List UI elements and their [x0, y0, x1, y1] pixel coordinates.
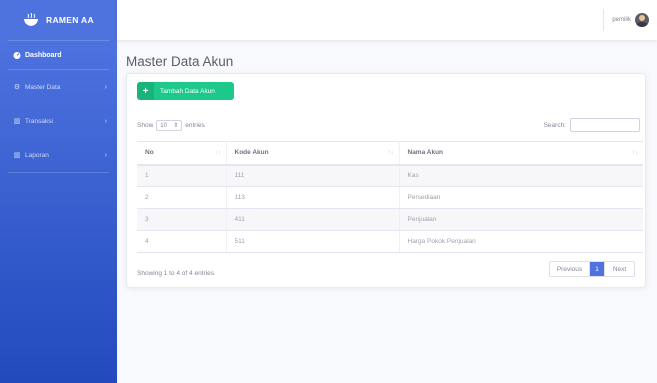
next-page-button[interactable]: Next [604, 262, 634, 276]
length-prefix: Show [137, 122, 154, 129]
cell-kode-akun: 113 [226, 186, 400, 209]
brand[interactable]: RAMEN AA [0, 0, 117, 40]
sort-icon: ↑↓ [387, 150, 394, 156]
brand-name: RAMEN AA [46, 15, 94, 25]
cell-kode-akun: 111 [226, 164, 400, 187]
column-header-label: Nama Akun [407, 149, 444, 157]
sort-icon: ↑↓ [214, 150, 221, 156]
pagination: Previous 1 Next [549, 261, 635, 277]
sidebar-item-master-data[interactable]: ⚙ Master Data › [0, 70, 117, 104]
cell-no: 2 [137, 186, 227, 209]
entries-select-value: 10 [160, 122, 167, 129]
avatar[interactable] [635, 13, 649, 27]
cell-kode-akun: 511 [226, 230, 400, 253]
column-header-label: No [145, 149, 154, 157]
chart-icon: ▥ [13, 152, 21, 159]
previous-page-button[interactable]: Previous [550, 262, 590, 276]
column-header-no[interactable]: No ↑↓ [137, 141, 227, 166]
cell-no: 4 [137, 230, 227, 253]
search-label: Search: [543, 121, 566, 129]
sidebar-item-label: Master Data [25, 83, 61, 91]
topbar-divider [603, 9, 605, 31]
cell-nama-akun: Persediaan [399, 186, 643, 209]
sidebar-item-transaksi[interactable]: ▥ Transaksi › [0, 104, 117, 138]
gear-icon: ⚙ [13, 84, 21, 91]
page-title: Master Data Akun [126, 54, 234, 69]
user-name[interactable]: pemilik [612, 17, 631, 23]
ramen-bowl-icon [24, 13, 39, 26]
sidebar: RAMEN AA Dashboard ⚙ Master Data › ▥ Tra… [0, 0, 117, 383]
table-row: 4 511 Harga Pokok Penjualan [137, 230, 643, 253]
select-arrows-icon: ⇕ [173, 123, 179, 129]
sidebar-item-laporan[interactable]: ▥ Laporan › [0, 138, 117, 172]
sidebar-divider [8, 172, 109, 173]
cell-nama-akun: Penjualan [399, 208, 643, 231]
table-header-row: No ↑↓ Kode Akun ↑↓ Nama Akun ↑↓ [137, 141, 643, 166]
add-account-button-label: Tambah Data Akun [160, 87, 215, 95]
chevron-right-icon: › [104, 117, 107, 125]
plus-icon: + [137, 82, 154, 100]
entries-length-control: Show 10 ⇕ entries [137, 120, 205, 131]
search-input[interactable] [570, 118, 640, 132]
cell-no: 1 [137, 164, 227, 187]
add-account-button[interactable]: + Tambah Data Akun [137, 82, 234, 100]
sidebar-item-label: Dashboard [25, 51, 62, 59]
column-header-nama-akun[interactable]: Nama Akun ↑↓ [399, 141, 643, 166]
data-card: + Tambah Data Akun Show 10 ⇕ entries Sea… [126, 73, 646, 288]
sidebar-item-label: Laporan [25, 151, 49, 159]
accounts-table: No ↑↓ Kode Akun ↑↓ Nama Akun ↑↓ 1 111 Ka… [137, 141, 643, 253]
chart-icon: ▥ [13, 118, 21, 125]
cell-no: 3 [137, 208, 227, 231]
entries-select[interactable]: 10 ⇕ [156, 120, 183, 131]
topbar: pemilik [117, 0, 657, 40]
table-row: 3 411 Penjualan [137, 208, 643, 231]
length-suffix: entries [185, 122, 205, 129]
sidebar-item-label: Transaksi [25, 117, 53, 125]
chevron-right-icon: › [104, 151, 107, 159]
table-info: Showing 1 to 4 of 4 entries [137, 270, 214, 277]
column-header-label: Kode Akun [234, 149, 269, 157]
cell-nama-akun: Harga Pokok Penjualan [399, 230, 643, 253]
cell-nama-akun: Kas [399, 164, 643, 187]
sort-icon: ↑↓ [632, 150, 638, 156]
chevron-right-icon: › [104, 83, 107, 91]
table-row: 2 113 Persediaan [137, 186, 643, 209]
column-header-kode-akun[interactable]: Kode Akun ↑↓ [226, 141, 400, 166]
table-row: 1 111 Kas [137, 164, 643, 187]
cell-kode-akun: 411 [226, 208, 400, 231]
sidebar-item-dashboard[interactable]: Dashboard [0, 41, 117, 69]
page-button-current[interactable]: 1 [590, 262, 604, 276]
search-control: Search: [544, 118, 640, 132]
dashboard-icon [13, 51, 21, 59]
